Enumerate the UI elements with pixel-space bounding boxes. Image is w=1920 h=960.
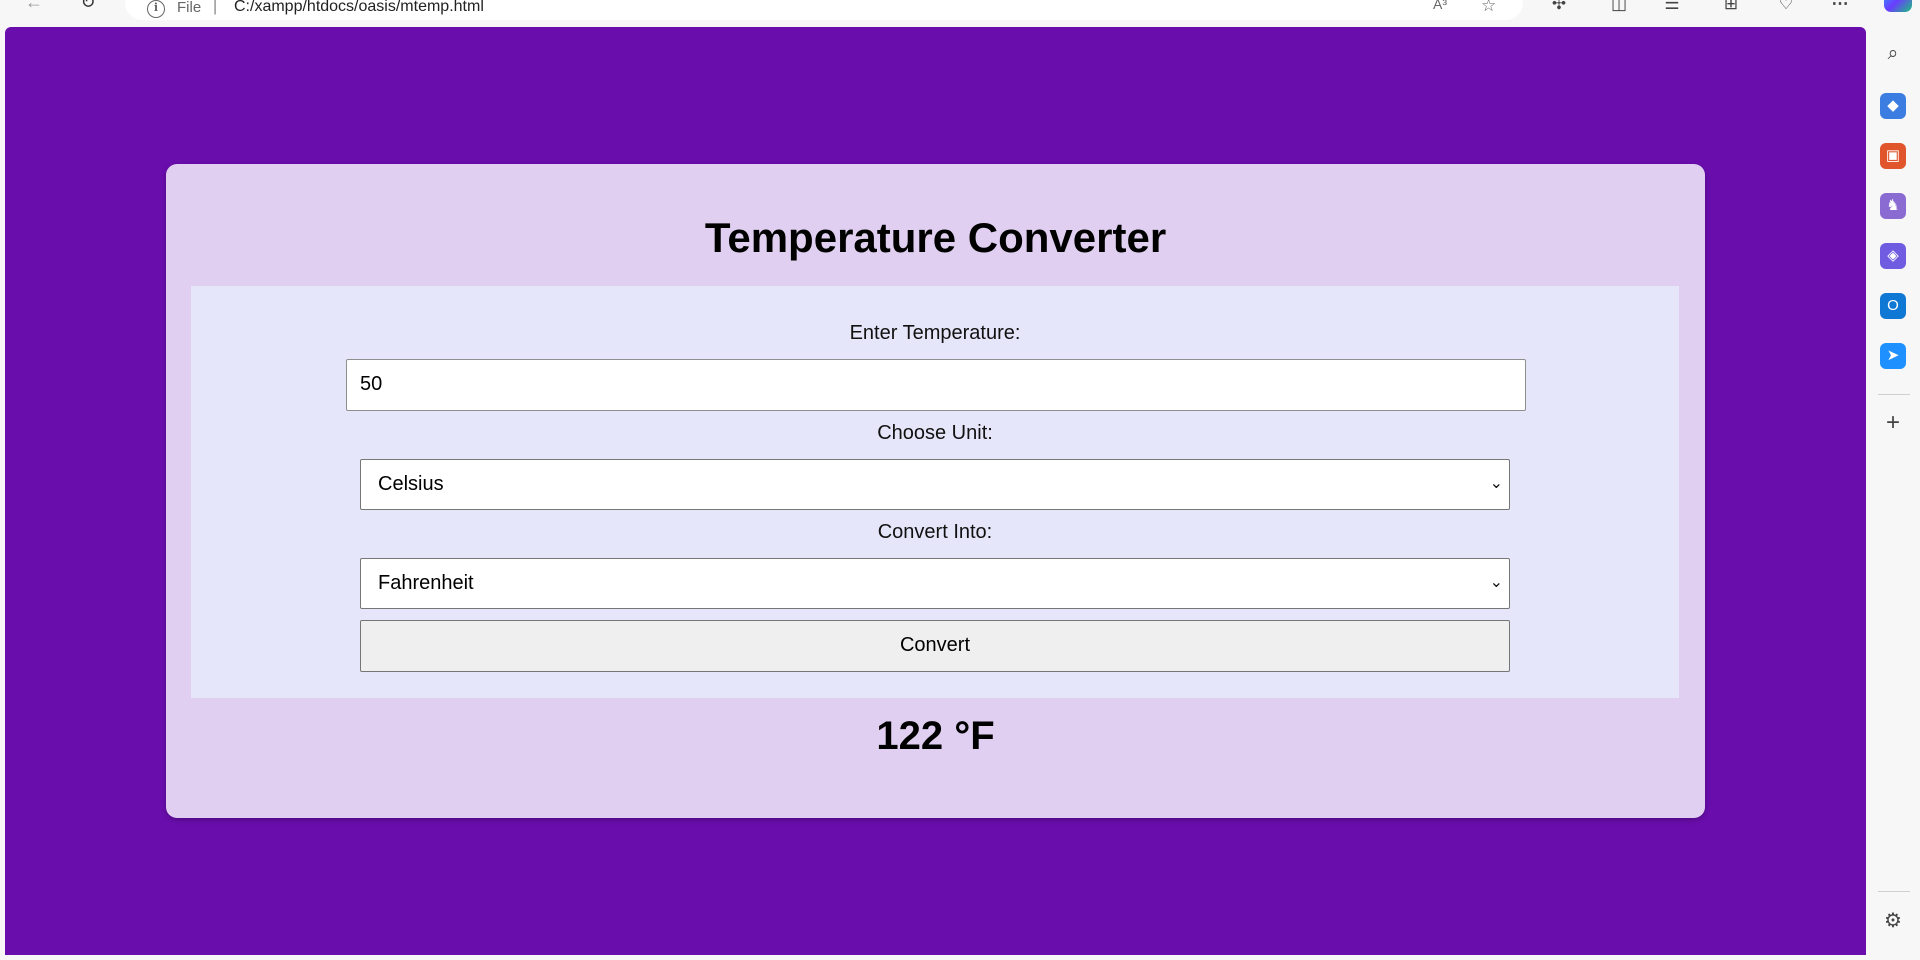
sidebar-divider (1878, 394, 1910, 395)
convert-button[interactable]: Convert (360, 620, 1510, 672)
chevron-down-icon: ⌄ (1489, 574, 1503, 591)
toolbox-icon[interactable]: ▣ (1880, 143, 1906, 169)
unit-label: Choose Unit: (877, 422, 993, 444)
extensions-icon[interactable]: ✣ (1545, 0, 1573, 18)
collections-icon[interactable]: ⊞ (1717, 0, 1745, 18)
browser-toolbar: ← ↻ i File | C:/xampp/htdocs/oasis/mtemp… (0, 0, 1920, 27)
page-title: Temperature Converter (704, 214, 1167, 261)
refresh-icon[interactable]: ↻ (76, 0, 100, 16)
temperature-label: Enter Temperature: (849, 322, 1021, 344)
convert-into-select-value: Fahrenheit (378, 572, 474, 594)
favorites-list-icon[interactable]: ☰ (1658, 0, 1686, 18)
more-menu-icon[interactable]: ⋯ (1826, 0, 1854, 18)
settings-icon[interactable]: ⚙ (1880, 908, 1906, 934)
unit-select-value: Celsius (378, 473, 444, 495)
split-screen-icon[interactable]: ◫ (1605, 0, 1633, 18)
info-icon[interactable]: i (147, 0, 165, 18)
converter-form: Enter Temperature: 50 Choose Unit: Celsi… (191, 286, 1679, 698)
copilot-icon[interactable] (1884, 0, 1912, 12)
converter-card: Temperature Converter Enter Temperature:… (166, 164, 1705, 818)
page-viewport: Temperature Converter Enter Temperature:… (5, 27, 1866, 955)
add-icon[interactable]: + (1880, 411, 1906, 437)
address-separator: | (213, 0, 218, 15)
send-icon[interactable]: ➤ (1880, 343, 1906, 369)
back-icon[interactable]: ← (22, 0, 46, 16)
chevron-down-icon: ⌄ (1489, 475, 1503, 492)
favorite-star-icon[interactable]: ☆ (1481, 0, 1496, 16)
temperature-input[interactable]: 50 (346, 359, 1526, 411)
address-url[interactable]: C:/xampp/htdocs/oasis/mtemp.html (234, 0, 484, 16)
search-icon[interactable]: ⌕ (1880, 41, 1906, 67)
address-bar[interactable]: i File | C:/xampp/htdocs/oasis/mtemp.htm… (125, 0, 1523, 20)
tag-icon[interactable]: ◆ (1880, 93, 1906, 119)
convert-into-select[interactable]: Fahrenheit ⌄ (360, 558, 1510, 609)
convert-into-label: Convert Into: (877, 521, 993, 543)
conversion-result: 122 °F (876, 714, 995, 758)
browser-essentials-icon[interactable]: ♡ (1772, 0, 1800, 18)
unit-select[interactable]: Celsius ⌄ (360, 459, 1510, 510)
address-scheme: File (177, 0, 202, 16)
read-aloud-icon[interactable]: A³ (1433, 0, 1447, 12)
microsoft365-icon[interactable]: ◈ (1880, 243, 1906, 269)
edge-sidebar: ⌕ ◆ ▣ ♞ ◈ O ➤ + ⚙ (1866, 27, 1920, 960)
games-icon[interactable]: ♞ (1880, 193, 1906, 219)
outlook-icon[interactable]: O (1880, 293, 1906, 319)
sidebar-divider (1878, 891, 1910, 892)
